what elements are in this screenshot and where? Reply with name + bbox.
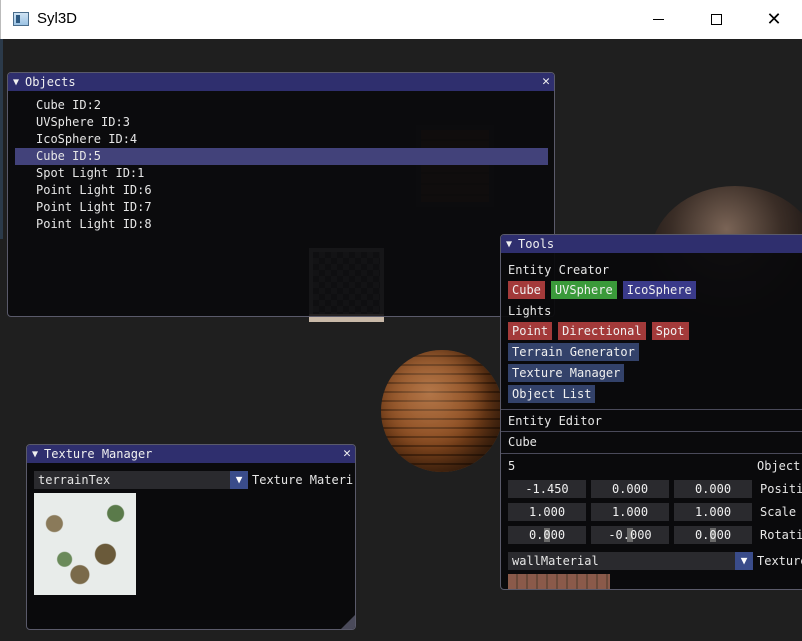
texture-label: Texture <box>757 554 802 568</box>
rotation-row: 0.000 -0.000 0.000 Rotation <box>508 526 802 544</box>
list-item[interactable]: Spot Light ID:1 <box>15 165 548 182</box>
rotation-y-slider[interactable]: -0.000 <box>591 526 669 544</box>
minimize-button[interactable] <box>629 0 687 39</box>
object-list: Cube ID:2 UVSphere ID:3 IcoSphere ID:4 C… <box>15 97 548 233</box>
window-title: Syl3D <box>37 10 78 27</box>
rotation-x-slider[interactable]: 0.000 <box>508 526 586 544</box>
chevron-down-icon[interactable]: ▼ <box>230 471 248 489</box>
maximize-button[interactable] <box>687 0 745 39</box>
minimize-icon <box>652 19 664 20</box>
rotation-y-value: -0.000 <box>608 528 652 542</box>
create-uvsphere-button[interactable]: UVSphere <box>550 281 617 299</box>
texture-manager-button[interactable]: Texture Manager <box>508 364 625 382</box>
material-value: wallMaterial <box>512 554 599 568</box>
create-cube-button[interactable]: Cube <box>508 281 545 299</box>
list-item[interactable]: Point Light ID:6 <box>15 182 548 199</box>
list-item[interactable]: Cube ID:2 <box>15 97 548 114</box>
collapse-arrow-icon[interactable]: ▼ <box>506 239 512 250</box>
list-item[interactable]: IcoSphere ID:4 <box>15 131 548 148</box>
texture-preview <box>34 493 136 595</box>
list-item[interactable]: UVSphere ID:3 <box>15 114 548 131</box>
create-point-light-button[interactable]: Point <box>508 322 553 340</box>
material-texture-preview <box>508 574 610 589</box>
create-spot-light-button[interactable]: Spot <box>651 322 689 340</box>
scale-z-field[interactable]: 1.000 <box>674 503 752 521</box>
texture-manager-title-bar[interactable]: ▼ Texture Manager ✕ <box>27 445 355 463</box>
chevron-down-icon[interactable]: ▼ <box>735 552 753 570</box>
rotation-z-value: 0.000 <box>694 528 732 542</box>
divider <box>501 431 802 432</box>
divider <box>501 453 802 454</box>
resize-grip[interactable] <box>341 615 355 629</box>
close-window-button[interactable]: ✕ <box>745 0 802 39</box>
entity-name: Cube <box>508 435 537 449</box>
position-x-field[interactable]: -1.450 <box>508 480 586 498</box>
tools-panel-title-bar[interactable]: ▼ Tools <box>501 235 802 253</box>
tools-panel[interactable]: ▼ Tools Entity Creator Cube UVSphere Ico… <box>500 234 802 590</box>
close-icon[interactable]: ✕ <box>542 74 550 89</box>
close-icon: ✕ <box>766 9 782 30</box>
list-item[interactable]: Point Light ID:8 <box>15 216 548 233</box>
texture-manager-title: Texture Manager <box>44 447 153 461</box>
scale-x-field[interactable]: 1.000 <box>508 503 586 521</box>
divider <box>501 409 802 410</box>
background-window-edge <box>0 39 3 239</box>
rotation-z-slider[interactable]: 0.000 <box>674 526 752 544</box>
create-directional-light-button[interactable]: Directional <box>558 322 646 340</box>
texture-manager-panel[interactable]: ▼ Texture Manager ✕ terrainTex ▼ Texture… <box>26 444 356 630</box>
objects-panel-title-bar[interactable]: ▼ Objects ✕ <box>8 73 554 91</box>
list-item[interactable]: Point Light ID:7 <box>15 199 548 216</box>
collapse-arrow-icon[interactable]: ▼ <box>13 77 19 88</box>
object-list-button[interactable]: Object List <box>508 385 596 403</box>
texture-material-label: Texture Material <box>252 473 353 487</box>
objects-panel-title: Objects <box>25 75 76 89</box>
entity-creator-label: Entity Creator <box>508 263 610 277</box>
close-icon[interactable]: ✕ <box>343 446 351 461</box>
entity-id: 5 <box>508 459 516 473</box>
tools-body: Entity Creator Cube UVSphere IcoSphere L… <box>508 259 802 406</box>
entity-editor-label: Entity Editor <box>508 414 602 428</box>
collapse-arrow-icon[interactable]: ▼ <box>32 449 38 460</box>
list-item-selected[interactable]: Cube ID:5 <box>15 148 548 165</box>
icosphere-render <box>381 350 503 472</box>
maximize-icon <box>710 14 722 25</box>
scale-y-field[interactable]: 1.000 <box>591 503 669 521</box>
texture-combo[interactable]: terrainTex ▼ <box>34 471 248 489</box>
objects-panel[interactable]: ▼ Objects ✕ Cube ID:2 UVSphere ID:3 IcoS… <box>7 72 555 317</box>
position-row: -1.450 0.000 0.000 Position <box>508 480 802 498</box>
scale-row: 1.000 1.000 1.000 Scale <box>508 503 796 521</box>
material-combo[interactable]: wallMaterial ▼ <box>508 552 753 570</box>
position-z-field[interactable]: 0.000 <box>674 480 752 498</box>
position-y-field[interactable]: 0.000 <box>591 480 669 498</box>
create-icosphere-button[interactable]: IcoSphere <box>622 281 696 299</box>
lights-label: Lights <box>508 304 552 318</box>
rotation-x-value: 0.000 <box>528 528 566 542</box>
texture-value: terrainTex <box>38 473 111 487</box>
window-title-bar: Syl3D ✕ <box>0 0 802 39</box>
app-icon <box>13 12 29 26</box>
object-label: Object <box>757 459 801 473</box>
position-label: Position <box>760 482 802 496</box>
rotation-label: Rotation <box>760 528 802 542</box>
terrain-generator-button[interactable]: Terrain Generator <box>508 343 639 361</box>
scale-label: Scale <box>760 505 797 519</box>
tools-panel-title: Tools <box>518 237 555 251</box>
